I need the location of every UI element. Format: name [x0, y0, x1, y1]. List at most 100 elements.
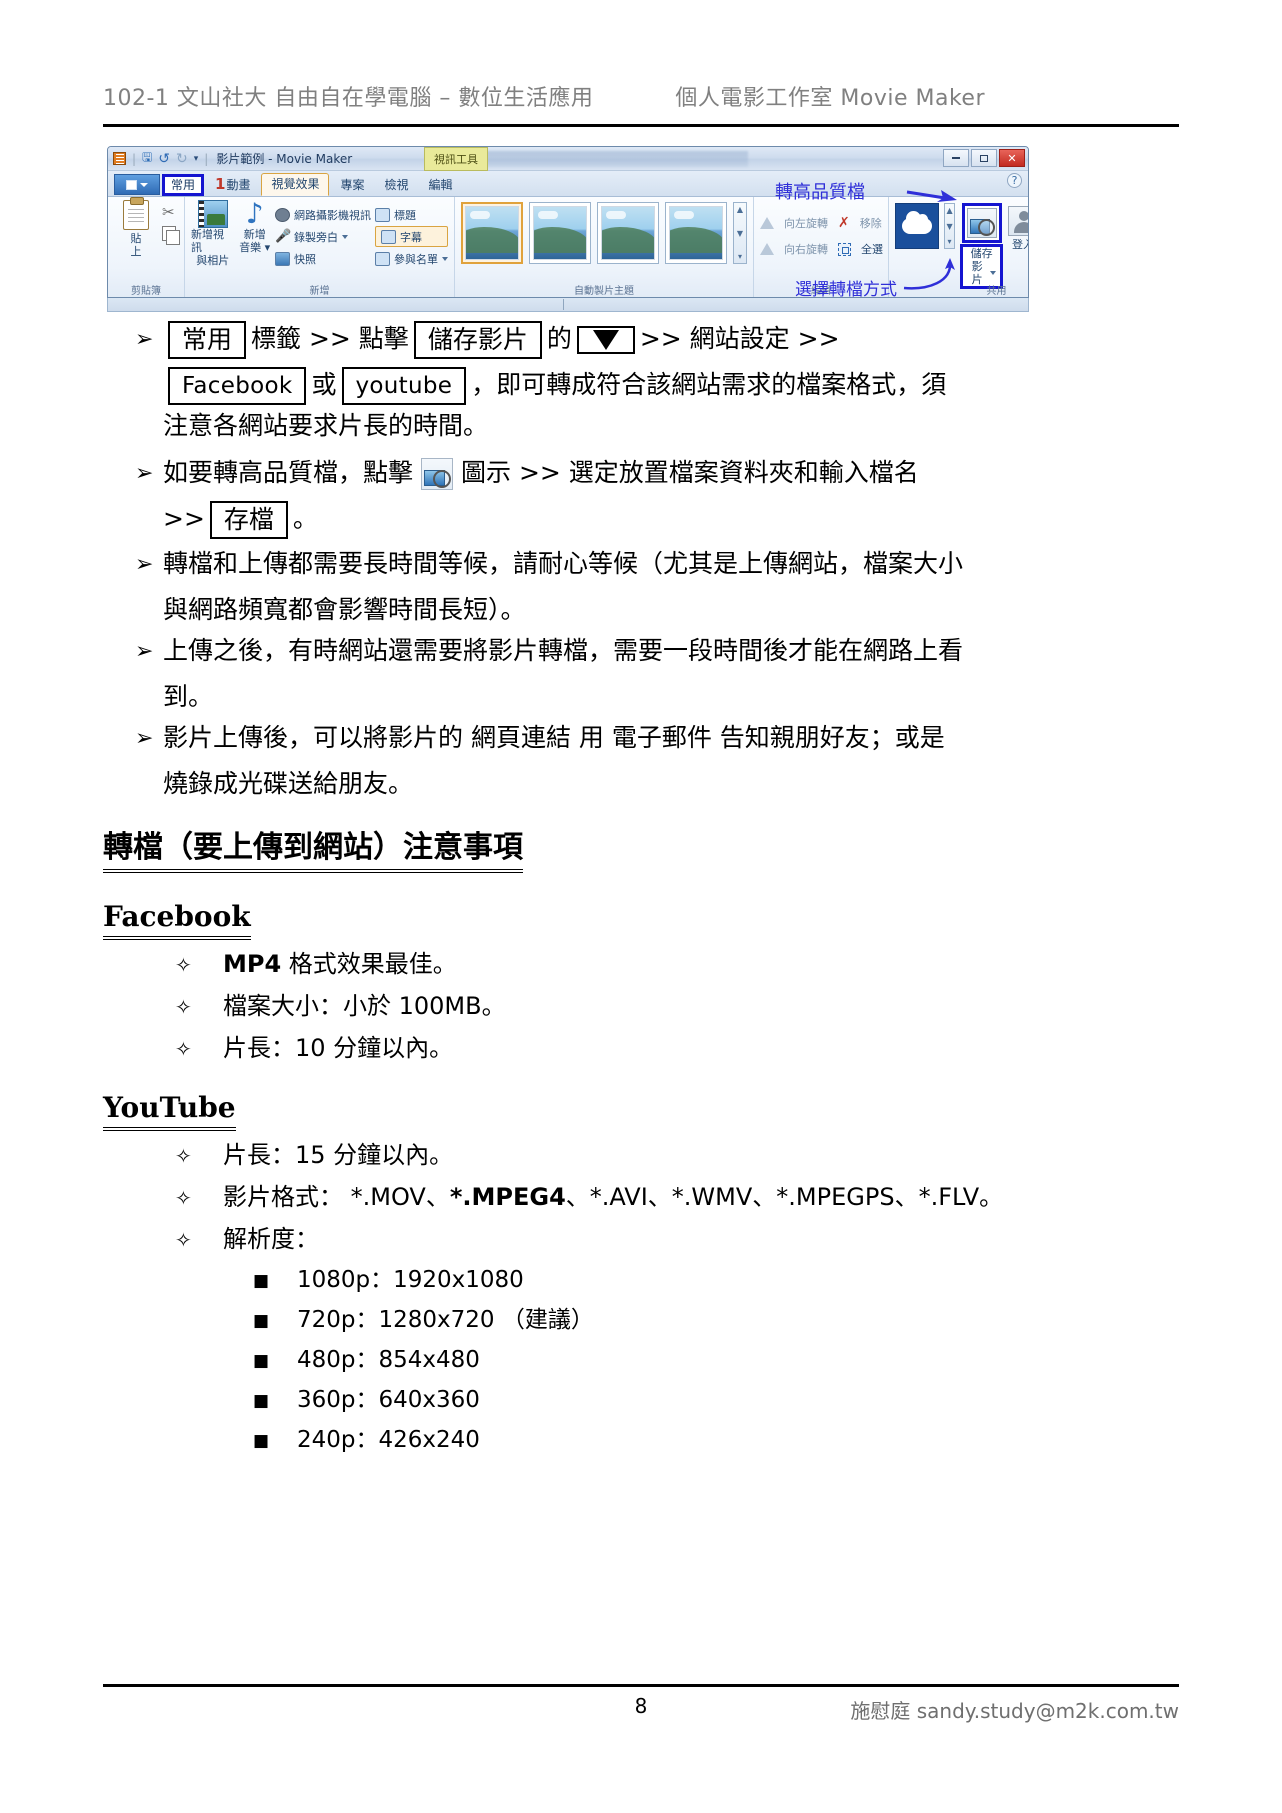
tab-visual-effects[interactable]: 視覺效果 — [261, 173, 330, 196]
select-all-label[interactable]: 全選 — [861, 241, 883, 257]
rotate-left-icon — [760, 217, 774, 229]
header-right-text: 個人電影工作室 Movie Maker — [675, 86, 986, 111]
gallery-more-icon[interactable]: ▾ — [738, 252, 742, 261]
share-more-icon[interactable]: ▾ — [948, 237, 952, 246]
bullet2-line2: >> 存檔。 — [103, 498, 1179, 539]
list-item: ✧ 片長：15 分鐘以內。 — [103, 1135, 1179, 1177]
section-title: 轉檔（要上傳到網站）注意事項 — [103, 828, 523, 873]
group-label-share: 共用 — [986, 286, 1007, 297]
theme-thumbnail[interactable] — [461, 202, 523, 264]
theme-gallery[interactable]: ▲ ▼ ▾ — [461, 200, 747, 264]
window-controls[interactable]: ✕ — [943, 149, 1025, 167]
youtube-formats-pre: 影片格式： *.MOV、 — [223, 1183, 450, 1211]
group-label-clipboard: 剪貼簿 — [131, 286, 161, 297]
caption-button[interactable]: 字幕 — [375, 226, 448, 247]
save-movie-button[interactable]: 儲存 影片 — [960, 203, 1004, 289]
bullet1-text-a: 標籤 >> 點擊 — [251, 324, 409, 353]
maximize-button[interactable] — [971, 149, 997, 167]
help-icon[interactable]: ? — [1007, 173, 1022, 188]
diamond-bullet-icon: ✧ — [175, 1186, 192, 1210]
contextual-tab-video-tools[interactable]: 視訊工具 — [424, 147, 488, 171]
list-item: ✧ 檔案大小：小於 100MB。 — [103, 986, 1179, 1028]
chevron-down-icon — [442, 256, 448, 261]
tab-animation-label: 動畫 — [226, 178, 251, 192]
step-number-1: 1 — [215, 175, 226, 193]
tab-home[interactable]: 常用 — [162, 174, 205, 196]
facebook-heading-wrapper: Facebook — [103, 879, 1179, 944]
snapshot-button[interactable]: 快照 — [275, 248, 371, 269]
tab-project[interactable]: 專案 — [331, 175, 373, 196]
annotation-choose-conversion: 選擇轉檔方式 — [795, 280, 897, 300]
file-menu-button[interactable] — [114, 174, 160, 195]
redo-icon[interactable]: ↻ — [176, 151, 188, 167]
bullet1-or: 或 — [311, 370, 337, 399]
list-item: ✧ 解析度： — [103, 1219, 1179, 1261]
resolution-item: ■ 480p：854x480 — [103, 1341, 1179, 1381]
list-item: ✧ 片長：10 分鐘以內。 — [103, 1028, 1179, 1070]
scissors-icon[interactable]: ✂ — [162, 204, 178, 220]
youtube-item-text: 片長：15 分鐘以內。 — [223, 1141, 454, 1169]
scroll-down-icon[interactable]: ▼ — [737, 229, 743, 238]
chevron-down-icon — [342, 234, 348, 239]
theme-thumbnail[interactable] — [597, 202, 659, 264]
editing-row-2: 向右旋轉 全選 — [760, 238, 883, 260]
resolution-text: 240p：426x240 — [297, 1427, 480, 1453]
record-narration-button[interactable]: 🎤 錄製旁白 — [275, 226, 371, 247]
minimize-button[interactable] — [943, 149, 969, 167]
share-gallery-scrollbar[interactable]: ▲ ▼ ▾ — [943, 203, 956, 249]
theme-thumbnail[interactable] — [529, 202, 591, 264]
resolution-text: 720p：1280x720 （建議） — [297, 1307, 594, 1333]
credits-button[interactable]: 參與名單 — [375, 248, 448, 269]
resolution-item: ■ 360p：640x360 — [103, 1381, 1179, 1421]
bullet1-line2: Facebook 或 youtube ，即可轉成符合該網站需求的檔案格式，須 — [103, 364, 1179, 405]
tab-edit[interactable]: 編輯 — [420, 175, 462, 196]
annotation-high-quality: 轉高品質檔 — [775, 182, 865, 203]
undo-icon[interactable]: ↺ — [158, 151, 170, 167]
bullet4-line2: 到。 — [163, 682, 214, 711]
sign-in-label: 登入 — [1012, 238, 1028, 251]
scroll-down-icon[interactable]: ▼ — [946, 222, 952, 231]
bullet-text: 上傳之後，有時網站還需要將影片轉檔，需要一段時間後才能在網路上看 — [163, 636, 964, 665]
paste-button[interactable]: 貼 上 — [114, 197, 158, 258]
scroll-up-icon[interactable]: ▲ — [946, 206, 952, 215]
annotation-arrow-curve — [903, 258, 955, 290]
mm-document-title: 影片範例 - Movie Maker — [216, 152, 353, 166]
customize-qat-icon[interactable]: ▾ — [194, 154, 199, 164]
rotate-left-label[interactable]: 向左旋轉 — [784, 215, 828, 231]
square-bullet-icon: ■ — [253, 1431, 270, 1451]
facebook-item-text: MP4 格式效果最佳。 — [223, 944, 1179, 984]
clipboard-icon — [123, 197, 149, 230]
remove-label[interactable]: 移除 — [860, 215, 882, 231]
title-button[interactable]: 標題 — [375, 204, 448, 225]
add-music-button[interactable]: ♪ 新增 音樂 ▾ — [238, 200, 271, 255]
rotate-right-label[interactable]: 向右旋轉 — [784, 241, 828, 257]
resolution-item: ■ 1080p：1920x1080 — [103, 1261, 1179, 1301]
bullet2-arrow: >> — [163, 504, 205, 533]
theme-thumbnail[interactable] — [665, 202, 727, 264]
mm-tab-strip[interactable]: 常用 1動畫 視覺效果 專案 檢視 編輯 ? — [108, 171, 1028, 197]
header-divider — [103, 124, 1179, 127]
diamond-bullet-icon: ✧ — [175, 953, 192, 977]
copy-icon[interactable] — [162, 226, 180, 245]
quick-access-toolbar[interactable]: | 🖫 ↺ ↻ ▾ | — [132, 148, 208, 169]
scroll-up-icon[interactable]: ▲ — [737, 205, 743, 214]
header-left-text: 102-1 文山社大 自由自在學電腦 – 數位生活應用 — [103, 86, 594, 111]
bullet2-text-a: 如要轉高品質檔，點擊 — [163, 458, 414, 487]
add-video-photo-button[interactable]: 新增視訊 與相片 — [191, 200, 234, 267]
gallery-scrollbar[interactable]: ▲ ▼ ▾ — [733, 202, 747, 264]
tab-animation[interactable]: 1動畫 — [206, 174, 259, 196]
bullet1-tail: ，即可轉成符合該網站需求的檔案格式，須 — [471, 370, 947, 399]
tab-view[interactable]: 檢視 — [376, 175, 418, 196]
facebook-item-rest: 格式效果最佳。 — [281, 950, 457, 978]
rotate-right-icon — [760, 243, 774, 255]
save-icon[interactable]: 🖫 — [142, 148, 152, 169]
onedrive-button[interactable] — [895, 203, 939, 249]
title-label: 標題 — [394, 208, 416, 222]
close-button[interactable]: ✕ — [999, 149, 1025, 167]
remove-icon: ✗ — [838, 215, 850, 231]
microphone-icon: 🎤 — [275, 228, 292, 244]
webcam-video-button[interactable]: 網路攝影機視訊 — [275, 204, 371, 225]
bullet-text: 影片上傳後，可以將影片的 網頁連結 用 電子郵件 告知親朋好友；或是 — [163, 723, 945, 752]
add-small-column-2: 標題 字幕 參與名單 — [375, 200, 448, 269]
sign-in-button[interactable]: 登入 — [1008, 203, 1028, 252]
